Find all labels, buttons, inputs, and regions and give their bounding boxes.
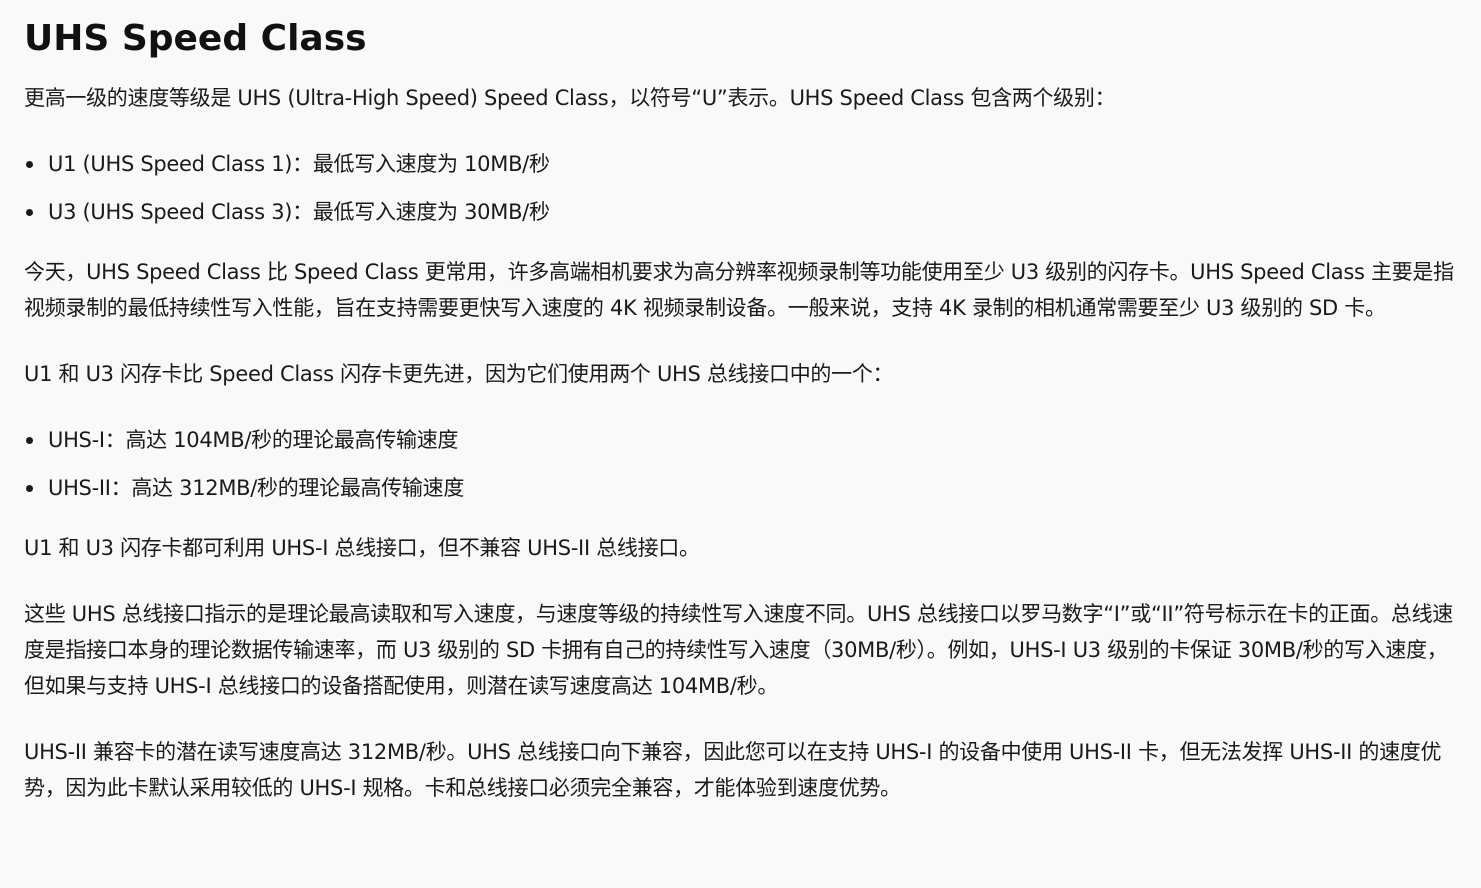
list-item: U1 (UHS Speed Class 1)：最低写入速度为 10MB/秒	[24, 146, 1457, 194]
list-item: UHS-I：高达 104MB/秒的理论最高传输速度	[24, 422, 1457, 470]
advanced-paragraph: U1 和 U3 闪存卡比 Speed Class 闪存卡更先进，因为它们使用两个…	[24, 362, 894, 386]
list-item-text: U1 (UHS Speed Class 1)：最低写入速度为 10MB/秒	[48, 152, 550, 176]
list-item-text: UHS-I：高达 104MB/秒的理论最高传输速度	[48, 428, 459, 452]
list-item: UHS-II：高达 312MB/秒的理论最高传输速度	[24, 470, 1457, 518]
uhs2-paragraph: UHS-II 兼容卡的潜在读写速度高达 312MB/秒。UHS 总线接口向下兼容…	[24, 740, 1442, 800]
list-item: U3 (UHS Speed Class 3)：最低写入速度为 30MB/秒	[24, 194, 1457, 242]
bus-paragraph: 这些 UHS 总线接口指示的是理论最高读取和写入速度，与速度等级的持续性写入速度…	[24, 602, 1454, 698]
list-item-text: U3 (UHS Speed Class 3)：最低写入速度为 30MB/秒	[48, 200, 550, 224]
page-title: UHS Speed Class	[24, 18, 367, 59]
bullet-icon	[26, 161, 33, 168]
bullet-icon	[26, 437, 33, 444]
list-item-text: UHS-II：高达 312MB/秒的理论最高传输速度	[48, 476, 465, 500]
article-content: UHS Speed Class 更高一级的速度等级是 UHS (Ultra-Hi…	[0, 0, 1481, 888]
today-paragraph: 今天，UHS Speed Class 比 Speed Class 更常用，许多高…	[24, 260, 1454, 320]
bullet-icon	[26, 485, 33, 492]
speed-level-list: U1 (UHS Speed Class 1)：最低写入速度为 10MB/秒 U3…	[24, 146, 1457, 242]
bus-interface-list: UHS-I：高达 104MB/秒的理论最高传输速度 UHS-II：高达 312M…	[24, 422, 1457, 518]
compat-paragraph: U1 和 U3 闪存卡都可利用 UHS-I 总线接口，但不兼容 UHS-II 总…	[24, 536, 700, 560]
intro-paragraph: 更高一级的速度等级是 UHS (Ultra-High Speed) Speed …	[24, 86, 1116, 110]
bullet-icon	[26, 209, 33, 216]
